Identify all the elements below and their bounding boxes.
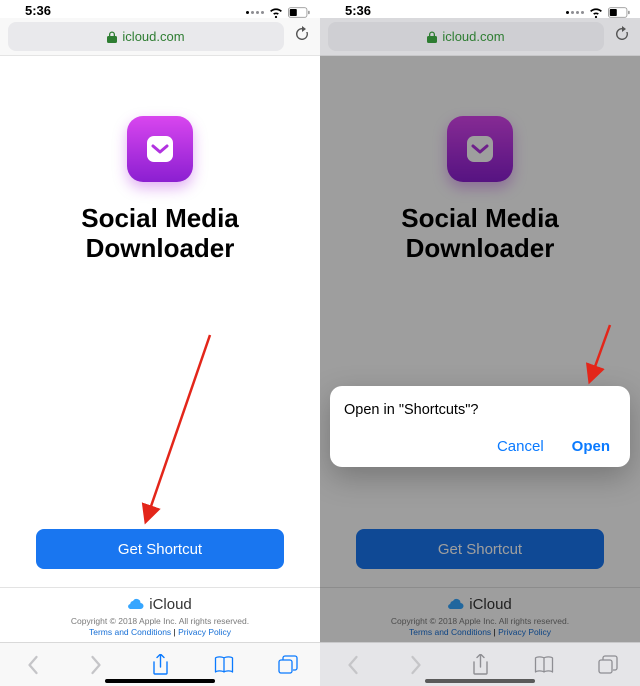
- icloud-logo: iCloud: [128, 596, 192, 613]
- reload-icon: [614, 26, 630, 43]
- wifi-icon: [269, 7, 283, 18]
- url-domain: icloud.com: [122, 29, 184, 44]
- url-field[interactable]: icloud.com: [8, 22, 284, 51]
- terms-link[interactable]: Terms and Conditions: [89, 627, 171, 637]
- status-bar: 5:36: [0, 0, 320, 18]
- back-button[interactable]: [337, 655, 367, 675]
- get-shortcut-button[interactable]: Get Shortcut: [36, 529, 284, 569]
- reload-button[interactable]: [292, 26, 312, 48]
- url-domain: icloud.com: [442, 29, 504, 44]
- url-field[interactable]: icloud.com: [328, 22, 604, 51]
- back-button[interactable]: [17, 655, 47, 675]
- screenshot-left: 5:36 icloud.com: [0, 0, 320, 686]
- reload-button[interactable]: [612, 26, 632, 48]
- home-indicator: [425, 679, 535, 683]
- home-indicator: [105, 679, 215, 683]
- wifi-icon: [589, 7, 603, 18]
- modal-backdrop: [320, 56, 640, 642]
- forward-button[interactable]: [401, 655, 431, 675]
- battery-icon: [288, 7, 310, 18]
- divider: [0, 587, 320, 588]
- cellular-icon: [246, 11, 264, 14]
- forward-button[interactable]: [81, 655, 111, 675]
- share-button[interactable]: [145, 654, 175, 676]
- page-title-line1: Social Media: [81, 204, 239, 234]
- tabs-button[interactable]: [273, 655, 303, 674]
- share-icon: [472, 654, 489, 676]
- book-icon: [214, 656, 234, 674]
- screenshot-right: 5:36 icloud.com: [320, 0, 640, 686]
- alert-open-button[interactable]: Open: [572, 438, 610, 455]
- tabs-button[interactable]: [593, 655, 623, 674]
- page-content: Social Media Downloader Get Shortcut iCl…: [0, 56, 320, 642]
- cellular-icon: [566, 11, 584, 14]
- chevron-left-icon: [26, 655, 39, 675]
- cloud-icon: [128, 596, 144, 613]
- shortcut-app-icon: [127, 116, 193, 182]
- alert-actions: Cancel Open: [344, 438, 616, 459]
- tabs-icon: [598, 655, 618, 674]
- shortcut-icon-wrap: [127, 116, 193, 182]
- bookmarks-button[interactable]: [209, 656, 239, 674]
- page-title-line2: Downloader: [81, 234, 239, 264]
- open-in-alert: Open in "Shortcuts"? Cancel Open: [330, 386, 630, 467]
- book-icon: [534, 656, 554, 674]
- chevron-left-icon: [346, 655, 359, 675]
- status-time: 5:36: [25, 3, 51, 18]
- lock-icon: [107, 31, 117, 43]
- reload-icon: [294, 26, 310, 43]
- status-icons: [246, 7, 310, 18]
- chevron-right-icon: [410, 655, 423, 675]
- alert-cancel-button[interactable]: Cancel: [497, 438, 544, 455]
- title-block: Social Media Downloader: [81, 204, 239, 264]
- safari-address-bar: icloud.com: [0, 18, 320, 56]
- chevron-right-icon: [90, 655, 103, 675]
- page-content: Social Media Downloader Get Shortcut iCl…: [320, 56, 640, 642]
- safari-address-bar: icloud.com: [320, 18, 640, 56]
- legal-links: Terms and Conditions | Privacy Policy: [89, 627, 231, 637]
- icloud-label: iCloud: [149, 596, 192, 613]
- status-icons: [566, 7, 630, 18]
- tabs-icon: [278, 655, 298, 674]
- lock-icon: [427, 31, 437, 43]
- chevron-down-icon: [143, 132, 177, 166]
- battery-icon: [608, 7, 630, 18]
- bookmarks-button[interactable]: [529, 656, 559, 674]
- alert-title: Open in "Shortcuts"?: [344, 402, 616, 418]
- status-time: 5:36: [345, 3, 371, 18]
- share-button[interactable]: [465, 654, 495, 676]
- share-icon: [152, 654, 169, 676]
- status-bar: 5:36: [320, 0, 640, 18]
- privacy-link[interactable]: Privacy Policy: [178, 627, 231, 637]
- copyright-text: Copyright © 2018 Apple Inc. All rights r…: [71, 616, 249, 626]
